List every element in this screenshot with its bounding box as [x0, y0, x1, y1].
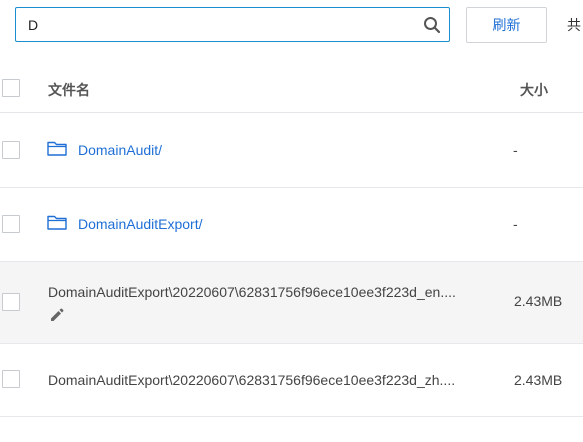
folder-icon [47, 141, 67, 156]
column-header-size[interactable]: 大小 [520, 80, 548, 100]
file-browser: 刷新 共 文件名 大小 DomainAudit/ - DomainAuditEx… [0, 0, 583, 442]
table-header: 文件名 大小 [0, 63, 583, 113]
search-box[interactable] [15, 7, 450, 42]
row-checkbox[interactable] [2, 141, 20, 159]
size-cell: - [513, 142, 518, 158]
search-input[interactable] [28, 8, 408, 41]
size-cell: 2.43MB [514, 293, 563, 309]
row-checkbox[interactable] [2, 293, 20, 311]
row-checkbox[interactable] [2, 215, 20, 233]
search-icon[interactable] [423, 16, 441, 34]
table-row: DomainAuditExport\20220607\62831756f96ec… [0, 262, 583, 344]
folder-icon [47, 215, 67, 230]
table-row: DomainAudit/ - [0, 113, 583, 188]
table-row: DomainAuditExport/ - [0, 188, 583, 262]
file-name: DomainAuditExport\20220607\62831756f96ec… [48, 284, 456, 300]
file-name: DomainAuditExport\20220607\62831756f96ec… [48, 372, 456, 388]
table-row: DomainAuditExport\20220607\62831756f96ec… [0, 344, 583, 417]
column-header-name[interactable]: 文件名 [48, 80, 90, 100]
pencil-icon[interactable] [49, 307, 65, 323]
total-count-label: 共 [567, 17, 581, 33]
size-cell: 2.43MB [514, 372, 563, 388]
select-all-checkbox[interactable] [2, 79, 20, 97]
folder-link[interactable]: DomainAudit/ [78, 142, 162, 158]
size-cell: - [513, 216, 518, 232]
row-checkbox[interactable] [2, 370, 20, 388]
folder-link[interactable]: DomainAuditExport/ [78, 216, 203, 232]
refresh-button[interactable]: 刷新 [466, 7, 547, 43]
